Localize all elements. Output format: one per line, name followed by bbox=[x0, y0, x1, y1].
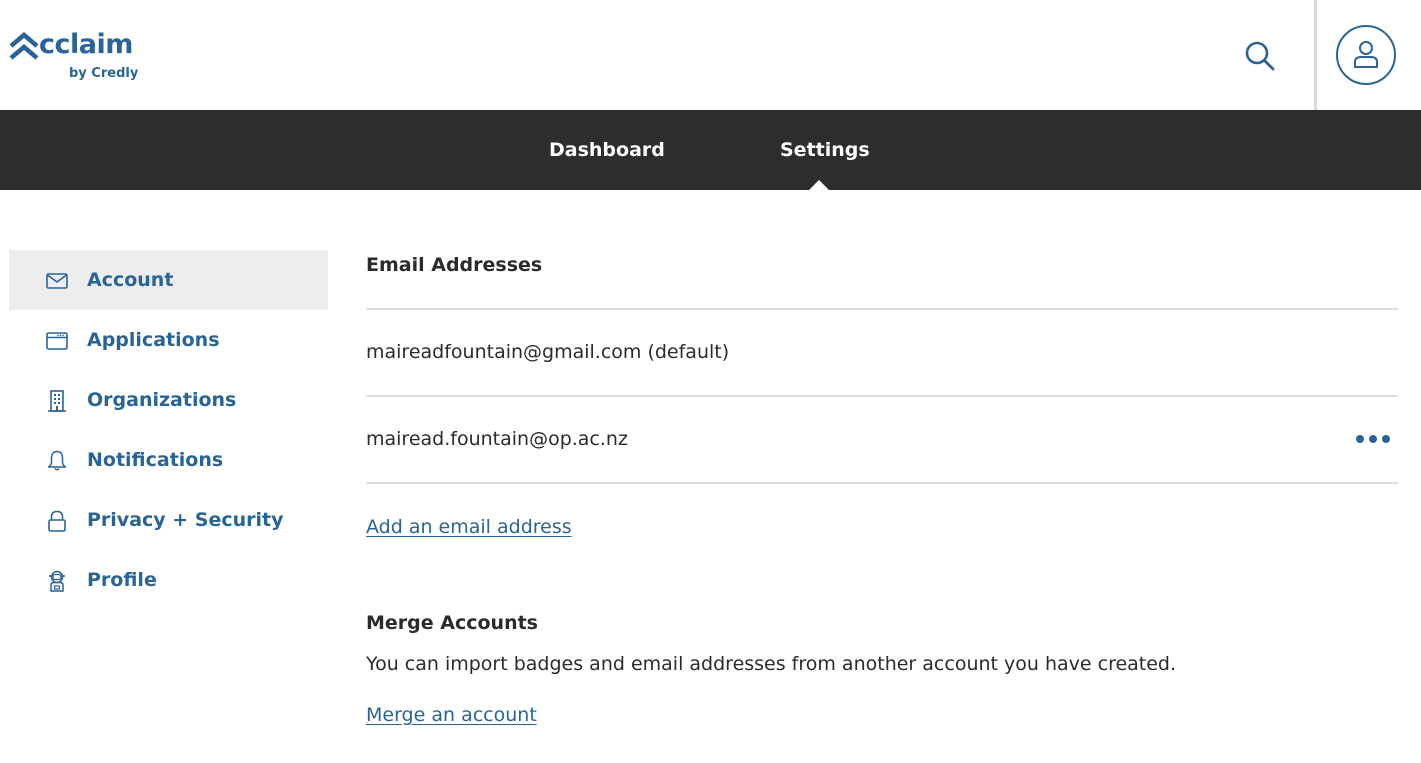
sidebar-item-label: Applications bbox=[87, 329, 220, 351]
top-header: cclaim by Credly bbox=[0, 0, 1421, 110]
more-horizontal-icon bbox=[1356, 435, 1364, 443]
sidebar-item-notifications[interactable]: Notifications bbox=[9, 430, 328, 490]
sidebar-item-privacy-security[interactable]: Privacy + Security bbox=[9, 490, 328, 550]
email-options-button[interactable] bbox=[1356, 427, 1390, 451]
email-address: mairead.fountain@op.ac.nz bbox=[366, 428, 628, 450]
sidebar-item-label: Account bbox=[87, 269, 174, 291]
acclaim-logo[interactable]: cclaim by Credly bbox=[9, 29, 149, 86]
main-nav: Dashboard Settings bbox=[0, 110, 1421, 190]
email-row: maireadfountain@gmail.com (default) bbox=[366, 310, 1398, 397]
merge-account-link[interactable]: Merge an account bbox=[366, 704, 537, 726]
acclaim-chevron-icon bbox=[9, 32, 39, 60]
merge-accounts-description: You can import badges and email addresse… bbox=[366, 653, 1177, 675]
search-icon bbox=[1245, 41, 1275, 71]
lock-icon bbox=[46, 510, 68, 532]
sidebar-item-label: Privacy + Security bbox=[87, 509, 284, 531]
envelope-icon bbox=[46, 270, 68, 292]
more-horizontal-icon bbox=[1369, 435, 1377, 443]
sidebar-item-organizations[interactable]: Organizations bbox=[9, 370, 328, 430]
building-icon bbox=[46, 390, 68, 412]
sidebar-item-label: Profile bbox=[87, 569, 157, 591]
active-tab-indicator bbox=[809, 180, 829, 190]
sidebar-item-profile[interactable]: Profile bbox=[9, 550, 328, 610]
user-icon bbox=[1354, 41, 1378, 68]
astronaut-icon bbox=[46, 570, 68, 592]
tab-settings[interactable]: Settings bbox=[780, 110, 870, 190]
sidebar-item-label: Notifications bbox=[87, 449, 224, 471]
sidebar-item-label: Organizations bbox=[87, 389, 237, 411]
email-list: maireadfountain@gmail.com (default) mair… bbox=[366, 308, 1398, 484]
user-menu-button[interactable] bbox=[1336, 25, 1396, 85]
search-button[interactable] bbox=[1240, 36, 1280, 76]
sidebar-item-applications[interactable]: Applications bbox=[9, 310, 328, 370]
bell-icon bbox=[46, 450, 68, 472]
header-divider bbox=[1314, 0, 1317, 110]
logo-subtitle: by Credly bbox=[69, 66, 139, 81]
add-email-link[interactable]: Add an email address bbox=[366, 516, 572, 538]
logo-wordmark: cclaim bbox=[39, 29, 133, 60]
merge-accounts-heading: Merge Accounts bbox=[366, 612, 538, 634]
tab-dashboard[interactable]: Dashboard bbox=[549, 110, 665, 190]
browser-window-icon bbox=[46, 330, 68, 352]
email-row: mairead.fountain@op.ac.nz bbox=[366, 397, 1398, 484]
email-addresses-heading: Email Addresses bbox=[366, 254, 543, 276]
sidebar-item-account[interactable]: Account bbox=[9, 250, 328, 310]
more-horizontal-icon bbox=[1382, 435, 1390, 443]
settings-sidebar: Account Applications Organizations Notif… bbox=[9, 250, 328, 610]
email-address: maireadfountain@gmail.com (default) bbox=[366, 341, 730, 363]
